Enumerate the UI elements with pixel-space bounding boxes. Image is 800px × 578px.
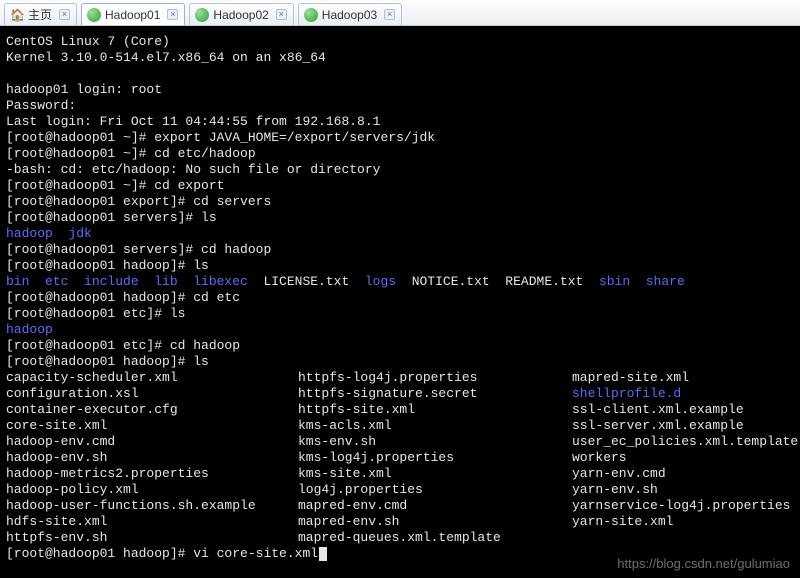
prompt-line: [root@hadoop01 etc]# cd hadoop bbox=[6, 338, 240, 353]
file-entry: httpfs-env.sh bbox=[6, 530, 298, 546]
file-entry: httpfs-signature.secret bbox=[298, 386, 572, 402]
close-icon[interactable]: × bbox=[59, 9, 70, 20]
tab-hadoop01[interactable]: Hadoop01 × bbox=[81, 3, 185, 25]
close-icon[interactable]: × bbox=[384, 9, 395, 20]
prompt-line: [root@hadoop01 hadoop]# ls bbox=[6, 258, 209, 273]
file-entry: user_ec_policies.xml.template bbox=[572, 434, 798, 450]
file-entry: mapred-env.cmd bbox=[298, 498, 572, 514]
file-entry: kms-env.sh bbox=[298, 434, 572, 450]
tab-hadoop02[interactable]: Hadoop02 × bbox=[189, 3, 293, 25]
error-line: -bash: cd: etc/hadoop: No such file or d… bbox=[6, 162, 380, 177]
file-entry: httpfs-site.xml bbox=[298, 402, 572, 418]
file-entry: yarn-env.cmd bbox=[572, 466, 798, 482]
host-icon bbox=[87, 8, 101, 22]
file-entry: capacity-scheduler.xml bbox=[6, 370, 298, 386]
last-login: Last login: Fri Oct 11 04:44:55 from 192… bbox=[6, 114, 380, 129]
file-entry: hadoop-user-functions.sh.example bbox=[6, 498, 298, 514]
file-entry: hdfs-site.xml bbox=[6, 514, 298, 530]
ls-output: hadoop bbox=[6, 322, 53, 337]
tab-label: 主页 bbox=[28, 6, 52, 23]
host-icon bbox=[304, 8, 318, 22]
file-listing: capacity-scheduler.xmlconfiguration.xslc… bbox=[6, 370, 794, 562]
prompt-line: [root@hadoop01 hadoop]# ls bbox=[6, 354, 209, 369]
cursor bbox=[319, 547, 327, 561]
os-line: CentOS Linux 7 (Core) bbox=[6, 34, 170, 49]
file-entry: kms-log4j.properties bbox=[298, 450, 572, 466]
close-icon[interactable]: × bbox=[167, 9, 178, 20]
file-entry: hadoop-policy.xml bbox=[6, 482, 298, 498]
file-entry: yarnservice-log4j.properties bbox=[572, 498, 798, 514]
file-entry: ssl-client.xml.example bbox=[572, 402, 798, 418]
file-entry: configuration.xsl bbox=[6, 386, 298, 402]
prompt-line: [root@hadoop01 export]# cd servers bbox=[6, 194, 271, 209]
tab-home[interactable]: 主页 × bbox=[4, 3, 77, 25]
ls-output: bin etc include lib libexec LICENSE.txt … bbox=[6, 274, 685, 289]
prompt-line: [root@hadoop01 ~]# cd export bbox=[6, 178, 224, 193]
file-entry: yarn-site.xml bbox=[572, 514, 798, 530]
file-entry: hadoop-env.sh bbox=[6, 450, 298, 466]
file-entry: hadoop-env.cmd bbox=[6, 434, 298, 450]
tab-label: Hadoop03 bbox=[322, 8, 377, 22]
file-entry: shellprofile.d bbox=[572, 386, 798, 402]
login-prompt: hadoop01 login: root bbox=[6, 82, 162, 97]
prompt-line: [root@hadoop01 etc]# ls bbox=[6, 306, 185, 321]
file-entry: mapred-site.xml bbox=[572, 370, 798, 386]
close-icon[interactable]: × bbox=[276, 9, 287, 20]
kernel-line: Kernel 3.10.0-514.el7.x86_64 on an x86_6… bbox=[6, 50, 326, 65]
home-icon bbox=[10, 8, 24, 22]
prompt-line: [root@hadoop01 hadoop]# cd etc bbox=[6, 290, 240, 305]
file-entry: hadoop-metrics2.properties bbox=[6, 466, 298, 482]
prompt-line: [root@hadoop01 servers]# ls bbox=[6, 210, 217, 225]
prompt-line: [root@hadoop01 ~]# export JAVA_HOME=/exp… bbox=[6, 130, 435, 145]
file-entry: core-site.xml bbox=[6, 418, 298, 434]
prompt-line: [root@hadoop01 hadoop]# vi core-site.xml bbox=[6, 546, 298, 562]
terminal[interactable]: CentOS Linux 7 (Core) Kernel 3.10.0-514.… bbox=[0, 26, 800, 578]
host-icon bbox=[195, 8, 209, 22]
file-entry: log4j.properties bbox=[298, 482, 572, 498]
prompt-line: [root@hadoop01 servers]# cd hadoop bbox=[6, 242, 271, 257]
tab-label: Hadoop01 bbox=[105, 8, 160, 22]
file-entry: kms-site.xml bbox=[298, 466, 572, 482]
file-entry: container-executor.cfg bbox=[6, 402, 298, 418]
file-entry: httpfs-log4j.properties bbox=[298, 370, 572, 386]
tab-hadoop03[interactable]: Hadoop03 × bbox=[298, 3, 402, 25]
file-entry: ssl-server.xml.example bbox=[572, 418, 798, 434]
file-entry: workers bbox=[572, 450, 798, 466]
file-entry: mapred-env.sh bbox=[298, 514, 572, 530]
file-entry: mapred-queues.xml.template bbox=[298, 530, 572, 546]
password-prompt: Password: bbox=[6, 98, 76, 113]
prompt-line: [root@hadoop01 ~]# cd etc/hadoop bbox=[6, 146, 256, 161]
tab-bar: 主页 × Hadoop01 × Hadoop02 × Hadoop03 × bbox=[0, 0, 800, 26]
tab-label: Hadoop02 bbox=[213, 8, 268, 22]
file-entry: yarn-env.sh bbox=[572, 482, 798, 498]
file-entry: kms-acls.xml bbox=[298, 418, 572, 434]
ls-output: hadoop jdk bbox=[6, 226, 92, 241]
